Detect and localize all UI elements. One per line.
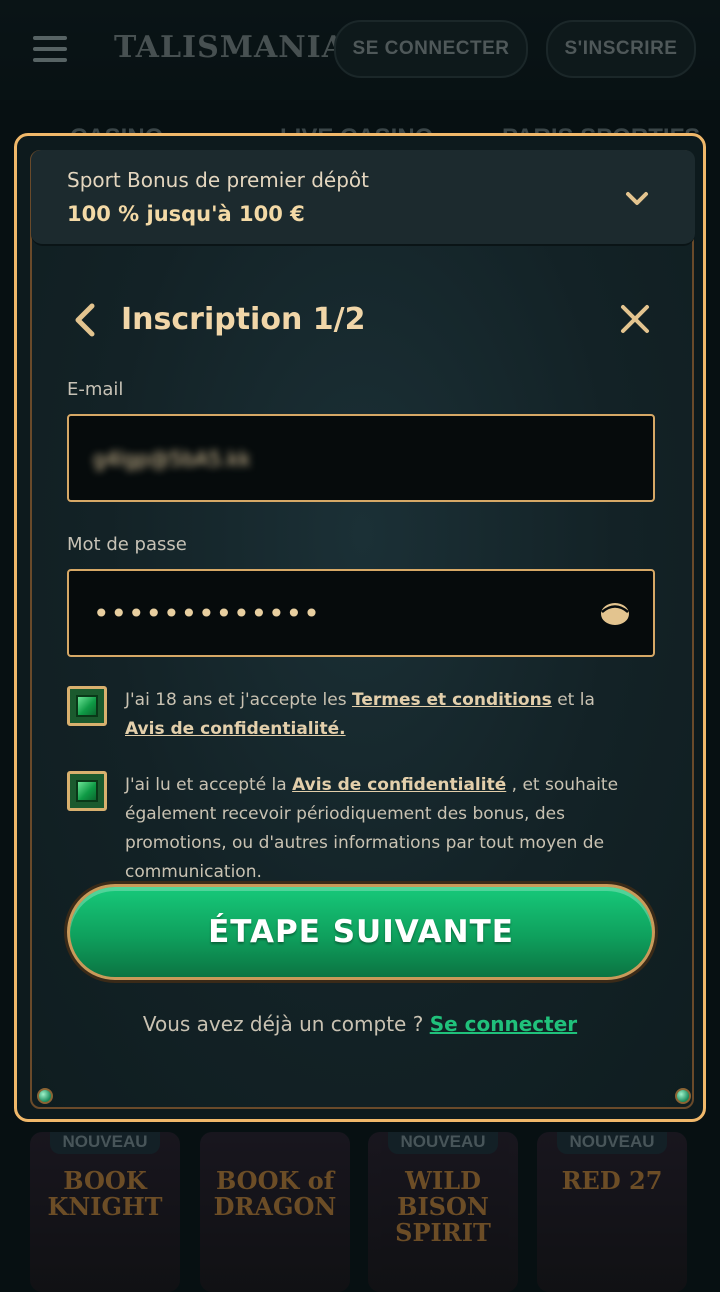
games-row: NOUVEAU BOOK KNIGHT BOOK of DRAGON NOUVE… bbox=[0, 1112, 720, 1292]
password-input[interactable]: ••••••••••••• bbox=[93, 597, 321, 630]
marketing-checkbox[interactable] bbox=[67, 771, 107, 811]
game-title: BOOK KNIGHT bbox=[47, 1166, 163, 1221]
back-arrow-icon[interactable] bbox=[70, 302, 100, 338]
eye-icon[interactable] bbox=[599, 599, 631, 627]
email-label: E-mail bbox=[67, 379, 124, 400]
terms-link[interactable]: Termes et conditions bbox=[352, 690, 552, 710]
header-login-button[interactable]: SE CONNECTER bbox=[334, 20, 528, 78]
logo: TALISMANIA bbox=[114, 30, 346, 65]
new-badge: NOUVEAU bbox=[388, 1132, 498, 1154]
menu-icon[interactable] bbox=[33, 36, 67, 62]
close-icon[interactable] bbox=[618, 302, 652, 336]
next-step-button[interactable]: ÉTAPE SUIVANTE bbox=[67, 884, 655, 980]
consent-text: J'ai lu et accepté la bbox=[125, 775, 293, 795]
terms-checkbox[interactable] bbox=[67, 686, 107, 726]
bonus-selector[interactable] bbox=[31, 150, 695, 246]
chevron-down-icon[interactable] bbox=[624, 186, 650, 212]
game-title: RED 27 bbox=[561, 1166, 663, 1195]
email-field[interactable] bbox=[67, 414, 655, 502]
game-tile[interactable]: NOUVEAU WILD BISON SPIRIT bbox=[368, 1132, 518, 1292]
login-prompt-text: Vous avez déjà un compte ? bbox=[142, 1012, 430, 1036]
privacy-link[interactable]: Avis de confidentialité. bbox=[125, 719, 346, 739]
corner-gem-icon bbox=[675, 1088, 691, 1104]
modal-title: Inscription 1/2 bbox=[121, 302, 366, 337]
game-tile[interactable]: NOUVEAU RED 27 bbox=[537, 1132, 687, 1292]
checkmark-icon bbox=[76, 695, 98, 717]
consent-text: et la bbox=[551, 690, 595, 710]
privacy-link[interactable]: Avis de confidentialité bbox=[292, 775, 506, 795]
consent-text: J'ai 18 ans et j'accepte les bbox=[125, 690, 352, 710]
game-tile[interactable]: BOOK of DRAGON bbox=[200, 1132, 350, 1292]
bonus-amount: 100 % jusqu'à 100 € bbox=[67, 202, 305, 226]
game-title: BOOK of DRAGON bbox=[213, 1166, 337, 1221]
checkmark-icon bbox=[76, 780, 98, 802]
corner-gem-icon bbox=[37, 1088, 53, 1104]
terms-consent-text: J'ai 18 ans et j'accepte les Termes et c… bbox=[125, 686, 665, 744]
login-prompt: Vous avez déjà un compte ? Se connecter bbox=[0, 1012, 720, 1036]
bonus-subtitle: Sport Bonus de premier dépôt bbox=[67, 168, 369, 192]
header-signup-button[interactable]: S'INSCRIRE bbox=[546, 20, 696, 78]
marketing-consent-text: J'ai lu et accepté la Avis de confidenti… bbox=[125, 771, 665, 887]
new-badge: NOUVEAU bbox=[50, 1132, 160, 1154]
email-input[interactable] bbox=[91, 438, 575, 480]
game-tile[interactable]: NOUVEAU BOOK KNIGHT bbox=[30, 1132, 180, 1292]
new-badge: NOUVEAU bbox=[557, 1132, 667, 1154]
game-title: WILD BISON SPIRIT bbox=[395, 1166, 491, 1247]
next-step-label: ÉTAPE SUIVANTE bbox=[208, 914, 514, 950]
site-header: TALISMANIA SE CONNECTER S'INSCRIRE bbox=[0, 0, 720, 100]
password-label: Mot de passe bbox=[67, 534, 187, 555]
password-field[interactable]: ••••••••••••• bbox=[67, 569, 655, 657]
login-link[interactable]: Se connecter bbox=[430, 1012, 577, 1036]
